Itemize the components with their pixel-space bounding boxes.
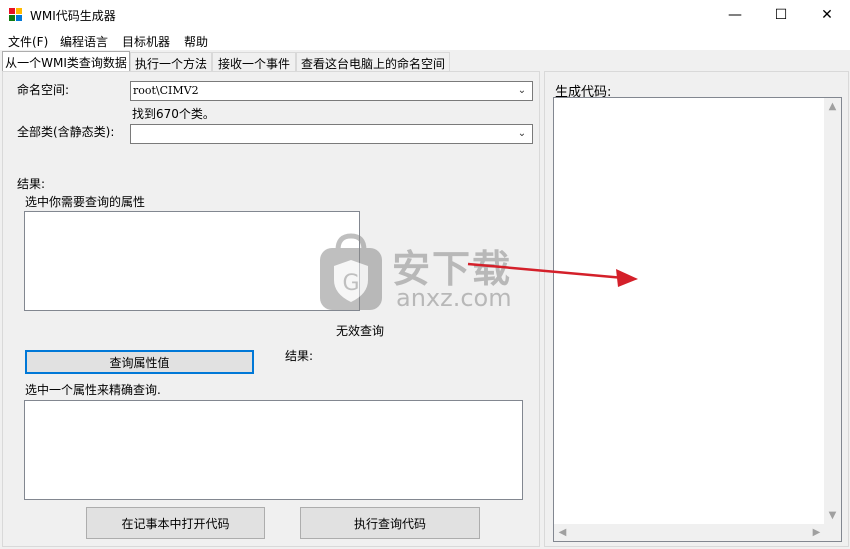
- menu-file[interactable]: 文件(F): [8, 33, 48, 50]
- namespace-value: root\CIMV2: [133, 84, 199, 97]
- scroll-left-icon[interactable]: ◀: [554, 524, 571, 541]
- tab-execute-method[interactable]: 执行一个方法: [130, 52, 212, 72]
- vertical-scrollbar[interactable]: ▲ ▼: [824, 98, 841, 524]
- classes-combobox[interactable]: ⌄: [130, 124, 533, 144]
- chevron-down-icon[interactable]: ⌄: [515, 126, 529, 142]
- maximize-button[interactable]: ☐: [758, 0, 804, 30]
- watermark-domain: anxz.com: [396, 284, 512, 312]
- invalid-query-text: 无效查询: [336, 324, 385, 338]
- menu-bar: 文件(F) 编程语言 目标机器 帮助: [0, 30, 850, 50]
- svg-text:G: G: [342, 271, 359, 296]
- window-title: WMI代码生成器: [30, 9, 116, 23]
- red-arrow-annotation: [467, 262, 638, 287]
- generated-code-textbox[interactable]: ▲ ▼ ◀ ▶: [553, 97, 842, 542]
- scroll-right-icon[interactable]: ▶: [808, 524, 825, 541]
- namespace-label: 命名空间:: [17, 83, 70, 97]
- results-label-2: 结果:: [285, 349, 314, 363]
- tab-receive-event[interactable]: 接收一个事件: [212, 52, 296, 72]
- minimize-button[interactable]: —: [712, 0, 758, 30]
- scrollbar-corner: [824, 524, 841, 541]
- menu-target-machine[interactable]: 目标机器: [122, 33, 170, 50]
- shield-bag-icon: G: [320, 233, 382, 310]
- select-one-property-label: 选中一个属性来精确查询.: [25, 383, 161, 397]
- properties-listbox[interactable]: [24, 211, 360, 311]
- classes-label: 全部类(含静态类):: [17, 125, 115, 139]
- chevron-down-icon[interactable]: ⌄: [515, 83, 529, 99]
- namespace-combobox[interactable]: root\CIMV2 ⌄: [130, 81, 533, 101]
- title-bar: WMI代码生成器 — ☐ ✕: [0, 0, 850, 30]
- close-button[interactable]: ✕: [804, 0, 850, 30]
- property-filter-listbox[interactable]: [24, 400, 523, 500]
- tab-browse-namespaces[interactable]: 查看这台电脑上的命名空间: [296, 52, 450, 72]
- execute-query-code-button[interactable]: 执行查询代码: [300, 507, 480, 539]
- scroll-up-icon[interactable]: ▲: [824, 98, 841, 115]
- found-classes-text: 找到670个类。: [132, 107, 215, 121]
- open-in-notepad-button[interactable]: 在记事本中打开代码: [86, 507, 265, 539]
- menu-language[interactable]: 编程语言: [60, 33, 108, 50]
- scroll-down-icon[interactable]: ▼: [824, 507, 841, 524]
- horizontal-scrollbar[interactable]: ◀ ▶: [554, 524, 825, 541]
- menu-help[interactable]: 帮助: [184, 33, 208, 50]
- app-icon: [9, 8, 23, 22]
- query-property-values-button[interactable]: 查询属性值: [25, 350, 254, 374]
- results-label: 结果:: [17, 177, 46, 191]
- select-properties-label: 选中你需要查询的属性: [25, 195, 146, 209]
- tab-query-wmi-class[interactable]: 从一个WMI类查询数据: [2, 51, 130, 73]
